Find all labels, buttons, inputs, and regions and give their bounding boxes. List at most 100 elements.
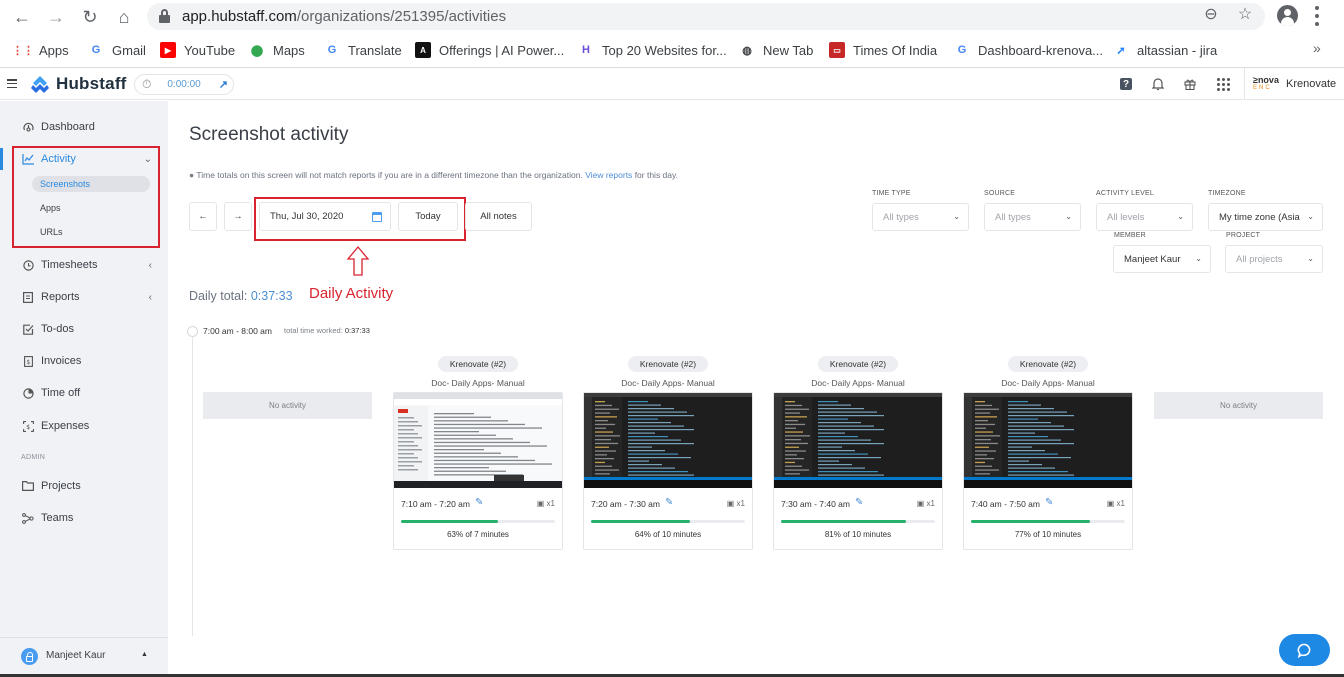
clock-icon <box>21 258 35 272</box>
screenshot-time-range: 7:20 am - 7:30 am <box>591 499 660 509</box>
chevron-down-icon: ⌄ <box>953 212 960 221</box>
edit-pencil-icon[interactable]: ✎ <box>665 497 673 508</box>
bookmark-item[interactable]: ▶ YouTube <box>160 41 235 59</box>
teams-icon <box>21 511 35 525</box>
timeline-dot <box>187 326 198 337</box>
help-icon[interactable]: ? <box>1118 76 1134 92</box>
activity-progress-fill <box>591 520 690 523</box>
bookmark-item[interactable]: ⋮⋮ Apps <box>12 41 69 59</box>
previous-day-button[interactable]: ← <box>189 202 217 231</box>
next-day-button[interactable]: → <box>224 202 252 231</box>
zoom-out-icon[interactable]: ⊖ <box>1201 4 1221 24</box>
reload-icon[interactable]: ↻ <box>79 6 101 28</box>
browser-toolbar: ← → ↻ ⌂ app.hubstaff.com/organizations/2… <box>0 0 1344 33</box>
bookmarks-more-icon[interactable]: » <box>1313 40 1321 56</box>
chevron-down-icon: ⌄ <box>1307 212 1314 221</box>
profile-icon[interactable] <box>1277 5 1298 26</box>
screenshot-count[interactable]: ▣ x1 <box>537 499 555 508</box>
sidebar-item-timesheets[interactable]: Timesheets ‹ <box>0 255 168 275</box>
bell-icon[interactable] <box>1150 76 1166 92</box>
annotation-daily-activity: Daily Activity <box>309 285 394 302</box>
project-badge: Krenovate (#2) <box>628 356 708 372</box>
open-timer-icon[interactable]: ↗ <box>219 78 228 91</box>
sidebar-item-dashboard[interactable]: Dashboard <box>0 117 168 137</box>
user-menu[interactable]: Manjeet Kaur ▲ <box>0 637 168 677</box>
activity-summary: 77% of 10 minutes <box>1014 530 1082 539</box>
all-notes-button[interactable]: All notes <box>465 202 532 231</box>
back-arrow-icon[interactable]: ← <box>11 6 33 28</box>
chat-bubble-icon <box>1297 643 1310 658</box>
source-label: SOURCE <box>984 190 1016 197</box>
screenshot-count[interactable]: ▣ x1 <box>1107 499 1125 508</box>
bookmark-item[interactable]: A Offerings | AI Power... <box>415 41 564 59</box>
screenshot-thumbnail[interactable] <box>964 393 1132 488</box>
bookmark-item[interactable]: ◍ New Tab <box>739 41 813 59</box>
screenshot-thumbnail[interactable] <box>394 393 562 488</box>
sidebar-item-teams[interactable]: Teams <box>0 508 168 528</box>
sidebar-item-expenses[interactable]: $ Expenses <box>0 416 168 436</box>
home-icon[interactable]: ⌂ <box>113 6 135 28</box>
bookmark-item[interactable]: ➚ altassian - jira <box>1113 41 1217 59</box>
forward-arrow-icon[interactable]: → <box>45 6 67 28</box>
chevron-down-icon: ⌄ <box>1065 212 1072 221</box>
chat-button[interactable] <box>1279 634 1330 666</box>
task-name: Doc- Daily Apps- Manual <box>811 378 905 388</box>
organization-switcher[interactable]: ≥nova ENC Krenovate ▼ <box>1244 68 1344 100</box>
screenshot-card: 7:10 am - 7:20 am ✎ ▣ x1 63% of 7 minutes <box>393 392 563 550</box>
edit-pencil-icon[interactable]: ✎ <box>855 497 863 508</box>
timezone-select[interactable]: My time zone (Asia ⌄ <box>1208 203 1323 231</box>
screenshot-count[interactable]: ▣ x1 <box>917 499 935 508</box>
screenshot-count[interactable]: ▣ x1 <box>727 499 745 508</box>
sidebar-item-todos[interactable]: To-dos <box>0 319 168 339</box>
time-type-select[interactable]: All types ⌄ <box>872 203 969 231</box>
task-name: Doc- Daily Apps- Manual <box>431 378 525 388</box>
translate-icon: G <box>327 44 337 56</box>
hubstaff-logo[interactable]: Hubstaff <box>30 74 127 94</box>
date-picker[interactable]: Thu, Jul 30, 2020 <box>259 202 391 231</box>
screenshot-card: 7:30 am - 7:40 am ✎ ▣ x1 81% of 10 minutes <box>773 392 943 550</box>
bookmark-item[interactable]: G Gmail <box>88 41 146 59</box>
sidebar-item-time-off[interactable]: Time off <box>0 383 168 403</box>
calendar-icon <box>372 212 382 222</box>
url-text[interactable]: app.hubstaff.com/organizations/251395/ac… <box>182 8 506 25</box>
activity-level-select[interactable]: All levels ⌄ <box>1096 203 1193 231</box>
edit-pencil-icon[interactable]: ✎ <box>475 497 483 508</box>
member-label: MEMBER <box>1114 232 1146 239</box>
activity-progress-bar <box>591 520 745 523</box>
member-select[interactable]: Manjeet Kaur ⌄ <box>1113 245 1211 273</box>
timer-widget[interactable]: ⏱ 0:00:00 ↗ <box>134 74 234 95</box>
view-reports-link[interactable]: View reports <box>585 170 632 180</box>
project-select[interactable]: All projects ⌄ <box>1225 245 1323 273</box>
source-select[interactable]: All types ⌄ <box>984 203 1081 231</box>
arrow-right-icon: → <box>233 211 243 222</box>
bookmark-item[interactable]: H Top 20 Websites for... <box>578 41 727 59</box>
apps-grid-icon[interactable] <box>1215 76 1231 92</box>
sidebar-item-reports[interactable]: Reports ‹ <box>0 287 168 307</box>
caret-up-icon: ▲ <box>141 651 148 658</box>
bookmark-item[interactable]: G Dashboard-krenova... <box>954 41 1103 59</box>
screenshot-thumbnail[interactable] <box>774 393 942 488</box>
chevron-left-icon: ‹ <box>148 291 152 303</box>
organization-name: Krenovate <box>1286 78 1337 90</box>
screenshot-time-range: 7:30 am - 7:40 am <box>781 499 850 509</box>
today-button[interactable]: Today <box>398 202 458 231</box>
bookmark-item[interactable]: G Translate <box>324 41 402 59</box>
sidebar-item-projects[interactable]: Projects <box>0 476 168 496</box>
sidebar-item-invoices[interactable]: $ Invoices <box>0 351 168 371</box>
brand-name: Hubstaff <box>56 74 127 93</box>
kebab-menu-icon[interactable] <box>1314 6 1320 26</box>
screenshot-slot: Krenovate (#2) Doc- Daily Apps- Manual 7:4… <box>963 355 1133 550</box>
hamburger-menu-icon[interactable] <box>7 79 17 88</box>
time-slot-range: 7:00 am - 8:00 am <box>203 326 272 336</box>
address-bar[interactable]: app.hubstaff.com/organizations/251395/ac… <box>147 3 1265 30</box>
star-icon[interactable]: ☆ <box>1235 4 1255 24</box>
svg-text:$: $ <box>26 424 30 431</box>
activity-summary: 81% of 10 minutes <box>824 530 892 539</box>
project-badge: Krenovate (#2) <box>438 356 518 372</box>
screenshot-thumbnail[interactable] <box>584 393 752 488</box>
gift-icon[interactable] <box>1182 76 1198 92</box>
bookmark-item[interactable]: ⬤ Maps <box>249 41 305 59</box>
bookmark-item[interactable]: ▭ Times Of India <box>829 41 937 59</box>
edit-pencil-icon[interactable]: ✎ <box>1045 497 1053 508</box>
pie-icon <box>21 386 35 400</box>
